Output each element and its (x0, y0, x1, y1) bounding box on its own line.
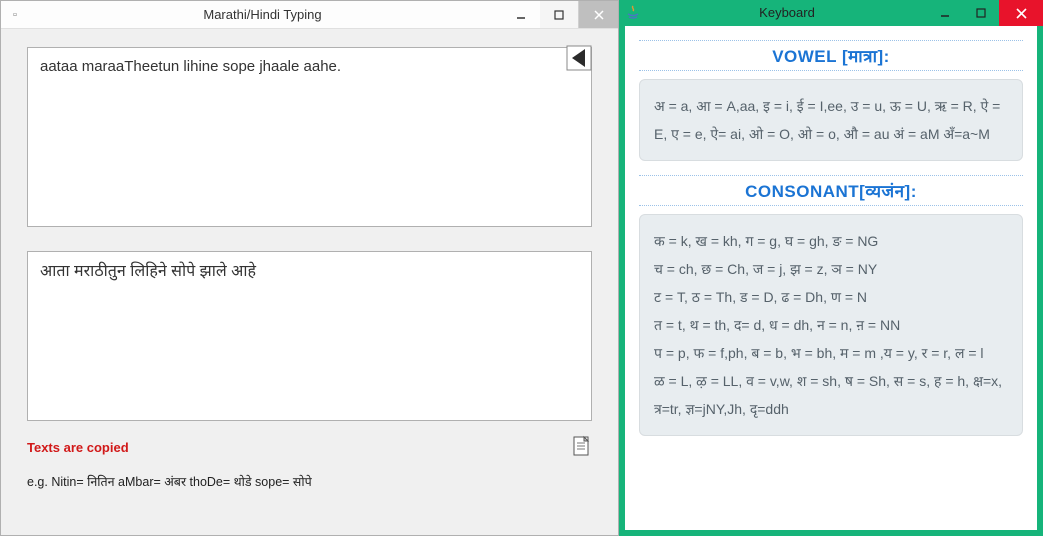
copy-document-icon[interactable] (572, 435, 592, 459)
window-controls (502, 1, 618, 28)
close-button[interactable] (578, 1, 618, 28)
consonant-mapping: क = k, ख = kh, ग = g, घ = gh, ङ = NG च =… (639, 214, 1023, 436)
minimize-button[interactable] (927, 0, 963, 26)
java-icon (619, 0, 647, 26)
titlebar: ▫ Marathi/Hindi Typing (1, 1, 618, 29)
status-message: Texts are copied (27, 440, 572, 455)
window-title: Keyboard (647, 0, 927, 26)
status-row: Texts are copied (27, 435, 592, 459)
maximize-button[interactable] (963, 0, 999, 26)
system-menu-icon[interactable]: ▫ (1, 9, 23, 21)
vowel-heading: VOWEL [मात्रा]: (639, 40, 1023, 71)
devanagari-output[interactable] (27, 251, 592, 421)
maximize-button[interactable] (540, 1, 578, 28)
consonant-heading: CONSONANT[व्यजंन]: (639, 175, 1023, 206)
roman-input[interactable] (27, 47, 592, 227)
keyboard-window: Keyboard VOWEL [मात्रा]: अ = a, आ = A,aa… (619, 0, 1043, 536)
window-title: Marathi/Hindi Typing (23, 7, 502, 22)
titlebar: Keyboard (619, 0, 1043, 26)
window-body: VOWEL [मात्रा]: अ = a, आ = A,aa, इ = i, … (625, 26, 1037, 530)
vowel-mapping: अ = a, आ = A,aa, इ = i, ई = I,ee, उ = u,… (639, 79, 1023, 161)
example-text: e.g. Nitin= नितिन aMbar= अंबर thoDe= थोड… (27, 473, 592, 490)
back-arrow-icon[interactable] (566, 45, 592, 71)
minimize-button[interactable] (502, 1, 540, 28)
typing-window: ▫ Marathi/Hindi Typing Texts are copied … (0, 0, 619, 536)
window-body: Texts are copied e.g. Nitin= नितिन aMbar… (1, 29, 618, 535)
window-controls (927, 0, 1043, 26)
close-button[interactable] (999, 0, 1043, 26)
